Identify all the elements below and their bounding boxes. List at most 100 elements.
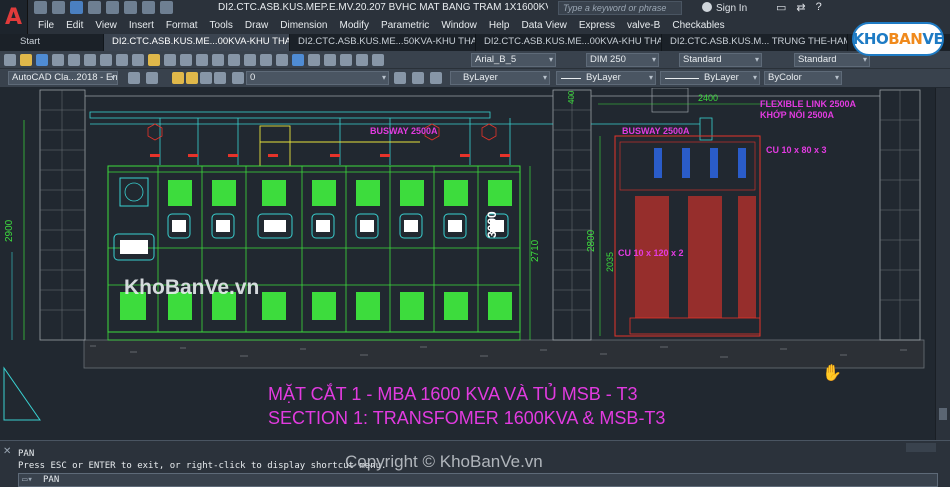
new-file-icon[interactable]: [34, 1, 47, 14]
menu-dimension[interactable]: Dimension: [280, 20, 327, 31]
drawing-canvas[interactable]: BUSWAY 2500A 2900 2710 3000 2400 400 FLE…: [0, 88, 935, 440]
menu-edit[interactable]: Edit: [66, 20, 83, 31]
layer-properties-icon[interactable]: [146, 72, 158, 84]
pan-icon[interactable]: [212, 53, 224, 66]
menu-data-view[interactable]: Data View: [521, 20, 566, 31]
menu-express[interactable]: Express: [579, 20, 615, 31]
workspace-dropdown[interactable]: AutoCAD Cla...2018 - English: [8, 71, 118, 85]
layer-dropdown[interactable]: 0: [246, 71, 389, 85]
hex-marker: [481, 123, 497, 141]
dim-style-dropdown[interactable]: DIM 250: [586, 53, 659, 67]
menu-draw[interactable]: Draw: [245, 20, 268, 31]
plotstyle-dropdown[interactable]: ByColor: [764, 71, 842, 85]
preview-icon[interactable]: [68, 53, 80, 66]
table-style-dropdown[interactable]: Standard: [679, 53, 762, 67]
tab-drawing-thap-1[interactable]: DI2.CTC.ASB.KUS.ME...00KVA-KHU THAP 1*: [476, 34, 662, 51]
copy-icon[interactable]: [116, 53, 128, 66]
window-title: DI2.CTC.ASB.KUS.MEP.E.MV.20.207 BVHC MAT…: [218, 2, 548, 13]
text-style-dropdown[interactable]: Arial_B_5: [471, 53, 556, 67]
plot-icon[interactable]: [106, 1, 119, 14]
plot-icon[interactable]: [52, 53, 64, 66]
dimension-ticks: [150, 154, 510, 157]
save-as-icon[interactable]: [88, 1, 101, 14]
undo-icon[interactable]: [180, 53, 192, 66]
menu-insert[interactable]: Insert: [129, 20, 154, 31]
open-icon[interactable]: [20, 53, 32, 66]
properties-icon[interactable]: [276, 53, 288, 66]
help-icon[interactable]: [372, 53, 384, 66]
design-center-icon[interactable]: [292, 53, 304, 66]
autocad-logo-icon[interactable]: A: [0, 0, 28, 34]
layer-previous-icon[interactable]: [412, 72, 424, 84]
zoom-previous-icon[interactable]: [260, 53, 272, 66]
layer-plot-icon[interactable]: [214, 72, 226, 84]
make-current-icon[interactable]: [394, 72, 406, 84]
tab-drawing-thap-3[interactable]: DI2.CTC.ASB.KUS.ME...00KVA-KHU THAP 3*: [104, 34, 290, 51]
linetype-sample: [561, 78, 581, 79]
workspace-settings-icon[interactable]: [128, 72, 140, 84]
help-icon[interactable]: ?: [816, 1, 822, 14]
sign-in-button[interactable]: Sign In: [702, 2, 747, 14]
layer-freeze-icon[interactable]: [186, 72, 198, 84]
redo-icon[interactable]: [142, 1, 155, 14]
menu-modify[interactable]: Modify: [340, 20, 369, 31]
redo-icon[interactable]: [196, 53, 208, 66]
layer-states-icon[interactable]: [430, 72, 442, 84]
menu-help[interactable]: Help: [489, 20, 510, 31]
match-properties-icon[interactable]: [148, 53, 160, 66]
lineweight-value: ByLayer: [704, 72, 739, 83]
lineweight-dropdown[interactable]: ByLayer: [660, 71, 760, 85]
paste-icon[interactable]: [132, 53, 144, 66]
zoom-window-icon[interactable]: [244, 53, 256, 66]
close-icon[interactable]: ✕: [3, 446, 11, 457]
menu-file[interactable]: File: [38, 20, 54, 31]
tab-drawing-thap-2[interactable]: DI2.CTC.ASB.KUS.ME...50KVA-KHU THAP 2*: [290, 34, 476, 51]
cart-icon[interactable]: ▭: [776, 1, 786, 14]
busway-right-label: BUSWAY 2500A: [622, 126, 690, 136]
publish-icon[interactable]: [84, 53, 96, 66]
undo-icon[interactable]: [124, 1, 137, 14]
cut-icon[interactable]: [100, 53, 112, 66]
pan-hand-cursor-icon: ✋: [822, 363, 842, 382]
exchange-icon[interactable]: ⇄: [796, 1, 805, 14]
layer-lock-icon[interactable]: [200, 72, 212, 84]
dim-2800: 2800: [586, 229, 597, 252]
menu-parametric[interactable]: Parametric: [381, 20, 429, 31]
layer-on-icon[interactable]: [172, 72, 184, 84]
qnew-icon[interactable]: [4, 53, 16, 66]
menu-view[interactable]: View: [95, 20, 117, 31]
layer-color-icon[interactable]: [232, 72, 244, 84]
multileader-style-dropdown[interactable]: Standard: [794, 53, 870, 67]
menu-format[interactable]: Format: [166, 20, 198, 31]
search-input[interactable]: Type a keyword or phrase: [558, 1, 682, 15]
dim-400: 400: [567, 90, 576, 104]
tab-start[interactable]: Start: [0, 34, 104, 51]
menu-window[interactable]: Window: [441, 20, 477, 31]
flexible-link-label: FLEXIBLE LINK 2500A: [760, 99, 857, 109]
block-editor-icon[interactable]: [164, 53, 176, 66]
quickcalc-icon[interactable]: [356, 53, 368, 66]
share-icon[interactable]: [160, 1, 173, 14]
tab-drawing-ham-b1[interactable]: DI2.CTC.ASB.KUS.M... TRUNG THE-HAM B1*: [662, 34, 848, 51]
command-prompt-icon: ▭▾: [22, 475, 33, 485]
save-icon[interactable]: [70, 1, 83, 14]
breaker-blocks-top: [168, 180, 512, 206]
linetype-dropdown[interactable]: ByLayer: [556, 71, 656, 85]
scrollbar-thumb[interactable]: [939, 408, 947, 420]
dim-2400: 2400: [698, 93, 718, 103]
right-wall-hatch: [880, 90, 920, 340]
markup-icon[interactable]: [340, 53, 352, 66]
command-input[interactable]: ▭▾ PAN: [18, 473, 938, 487]
tool-palettes-icon[interactable]: [308, 53, 320, 66]
menu-tools[interactable]: Tools: [210, 20, 233, 31]
color-dropdown[interactable]: ByLayer: [450, 71, 550, 85]
menu-valve-b[interactable]: valve-B: [627, 20, 660, 31]
menu-checkables[interactable]: Checkables: [672, 20, 724, 31]
ucs-icon: [3, 366, 41, 421]
horizontal-scrollbar[interactable]: [906, 443, 936, 452]
open-file-icon[interactable]: [52, 1, 65, 14]
sheet-set-icon[interactable]: [324, 53, 336, 66]
vertical-scrollbar[interactable]: [935, 88, 950, 440]
zoom-realtime-icon[interactable]: [228, 53, 240, 66]
save-icon[interactable]: [36, 53, 48, 66]
